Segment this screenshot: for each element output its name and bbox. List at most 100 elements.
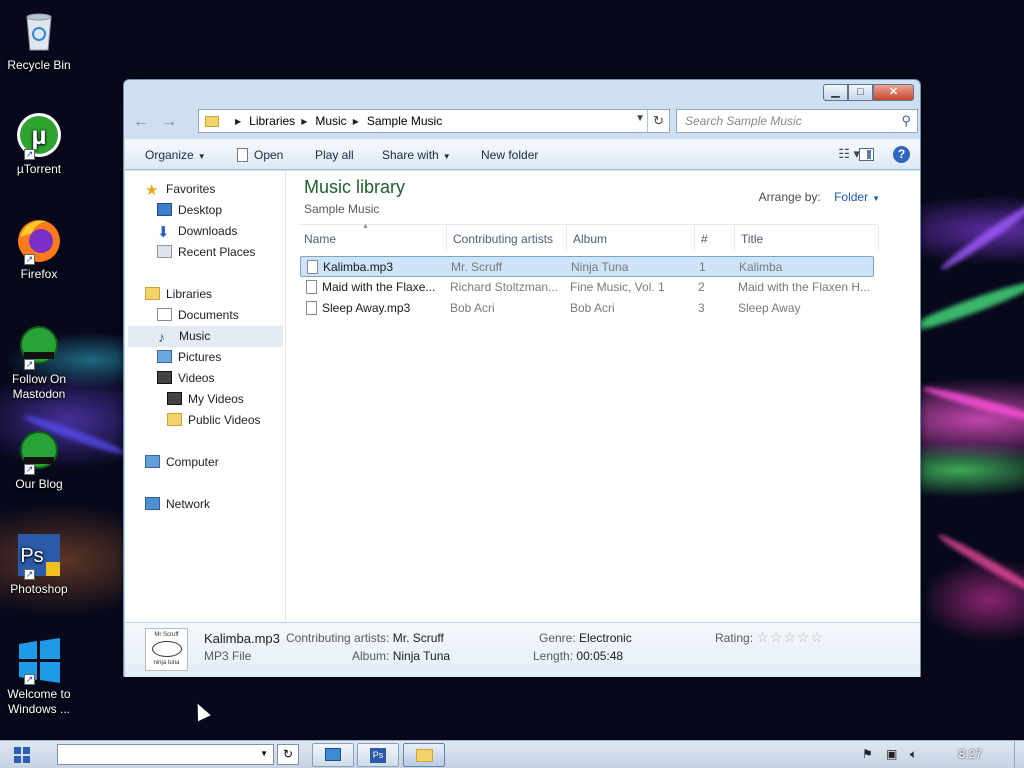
sort-ascending-icon: ▲ bbox=[362, 223, 369, 230]
details-genre-value[interactable]: Electronic bbox=[579, 631, 632, 645]
back-arrow-icon[interactable]: ← bbox=[130, 111, 152, 133]
volume-muted-icon[interactable]: 🔈︎ bbox=[910, 747, 917, 762]
breadcrumb-item[interactable]: Music bbox=[315, 114, 346, 128]
file-row[interactable]: Sleep Away.mp3 Bob Acri Bob Acri 3 Sleep… bbox=[300, 298, 874, 319]
desktop-icon-welcome-to-windows[interactable]: ↗ Welcome to Windows ... bbox=[4, 637, 74, 717]
taskbar-button-desktop[interactable] bbox=[312, 743, 354, 767]
nav-item-label: Favorites bbox=[166, 182, 216, 196]
column-divider[interactable] bbox=[566, 225, 567, 250]
desktop-icon-label: Firefox bbox=[20, 267, 58, 281]
column-divider[interactable] bbox=[694, 225, 695, 250]
nav-item-favorites[interactable]: ★ Favorites bbox=[145, 179, 215, 200]
breadcrumb-item[interactable]: Sample Music bbox=[367, 114, 442, 128]
preview-pane-icon[interactable] bbox=[859, 148, 874, 161]
file-name: Sleep Away.mp3 bbox=[322, 301, 411, 315]
nav-item-videos[interactable]: Videos bbox=[157, 368, 214, 389]
nav-item-downloads[interactable]: ⬇ Downloads bbox=[157, 221, 237, 242]
shortcut-arrow-icon: ↗ bbox=[24, 149, 35, 160]
utorrent-icon: µ ↗ bbox=[16, 112, 62, 160]
rating-stars-icon[interactable]: ☆☆☆☆☆ bbox=[756, 629, 824, 645]
desktop-icon-photoshop[interactable]: Ps ↗ Photoshop bbox=[4, 532, 74, 597]
taskbar-address-input[interactable]: ▼ bbox=[57, 744, 274, 765]
help-icon[interactable]: ? bbox=[893, 146, 910, 163]
chevron-down-icon[interactable]: ▼ bbox=[260, 749, 268, 758]
address-dropdown-icon[interactable]: ▼ bbox=[635, 113, 645, 124]
recycle-bin-icon bbox=[16, 8, 62, 54]
shortcut-arrow-icon: ↗ bbox=[24, 359, 35, 370]
column-header-row: ▲ Name Contributing artists Album # Titl… bbox=[298, 223, 879, 252]
share-with-button[interactable]: Share with ▼ bbox=[382, 148, 451, 162]
desktop-icon-our-blog[interactable]: ↗ Our Blog bbox=[4, 427, 74, 492]
breadcrumb: ▶ Libraries ▶ Music ▶ Sample Music bbox=[229, 114, 442, 128]
documents-icon bbox=[157, 308, 172, 321]
close-button[interactable]: ✕ bbox=[873, 84, 914, 101]
column-album[interactable]: Album bbox=[573, 232, 607, 246]
nav-item-libraries[interactable]: Libraries bbox=[145, 284, 212, 305]
organize-button[interactable]: Organize ▼ bbox=[145, 148, 206, 162]
network-status-icon[interactable]: ▣ bbox=[886, 747, 897, 761]
taskbar-button-explorer[interactable] bbox=[403, 743, 445, 767]
file-artist: Richard Stoltzman... bbox=[450, 280, 559, 294]
taskbar-button-photoshop[interactable]: Ps bbox=[357, 743, 399, 767]
start-button[interactable] bbox=[14, 747, 30, 763]
taskbar-refresh-icon[interactable]: ↻ bbox=[277, 744, 299, 765]
column-contributing-artists[interactable]: Contributing artists bbox=[453, 232, 553, 246]
address-bar[interactable]: ▶ Libraries ▶ Music ▶ Sample Music ▼ ↻ bbox=[198, 109, 670, 133]
nav-item-pictures[interactable]: Pictures bbox=[157, 347, 221, 368]
details-rating-label: Rating: bbox=[715, 631, 754, 645]
nav-item-public-videos[interactable]: Public Videos bbox=[167, 410, 261, 431]
desktop-icon-recycle-bin[interactable]: Recycle Bin bbox=[4, 8, 74, 73]
album-art-text: Mr Scruff bbox=[154, 632, 179, 638]
search-input[interactable]: Search Sample Music ⚲ bbox=[676, 109, 918, 133]
open-button[interactable]: Open bbox=[237, 148, 283, 162]
file-title: Maid with the Flaxen H... bbox=[738, 280, 871, 294]
nav-item-label: Pictures bbox=[178, 350, 222, 364]
column-divider[interactable] bbox=[734, 225, 735, 250]
column-number[interactable]: # bbox=[701, 232, 708, 246]
nav-item-label: My Videos bbox=[188, 392, 244, 406]
computer-icon bbox=[145, 455, 160, 468]
document-icon bbox=[237, 148, 248, 162]
maximize-button[interactable]: □ bbox=[848, 84, 873, 101]
file-name: Kalimba.mp3 bbox=[323, 260, 394, 274]
file-icon bbox=[307, 260, 318, 274]
minimize-button[interactable]: ▁ bbox=[823, 84, 848, 101]
new-folder-button[interactable]: New folder bbox=[481, 148, 538, 162]
nav-item-documents[interactable]: Documents bbox=[157, 305, 239, 326]
nav-item-network[interactable]: Network bbox=[145, 494, 210, 515]
details-length-label: Length: bbox=[533, 649, 574, 663]
svg-text:Ps: Ps bbox=[20, 545, 43, 567]
column-title[interactable]: Title bbox=[741, 232, 763, 246]
breadcrumb-separator-icon: ▶ bbox=[301, 116, 308, 126]
breadcrumb-item[interactable]: Libraries bbox=[249, 114, 295, 128]
refresh-icon[interactable]: ↻ bbox=[647, 110, 669, 132]
details-artists-value[interactable]: Mr. Scruff bbox=[393, 631, 444, 645]
folder-icon bbox=[167, 413, 182, 426]
details-length-value: 00:05:48 bbox=[576, 649, 624, 663]
search-icon[interactable]: ⚲ bbox=[901, 113, 911, 129]
taskbar-clock[interactable]: 8:27 bbox=[959, 747, 982, 761]
nav-item-my-videos[interactable]: My Videos bbox=[167, 389, 244, 410]
column-name[interactable]: Name bbox=[304, 232, 336, 246]
desktop-icon-follow-on-mastodon[interactable]: ↗ Follow On Mastodon bbox=[4, 322, 74, 402]
show-desktop-button[interactable] bbox=[1014, 741, 1024, 768]
action-center-flag-icon[interactable]: ⚑ bbox=[862, 747, 873, 761]
nav-item-recent-places[interactable]: Recent Places bbox=[157, 242, 255, 263]
file-track-number: 1 bbox=[699, 260, 706, 274]
nav-item-desktop[interactable]: Desktop bbox=[157, 200, 222, 221]
nav-item-computer[interactable]: Computer bbox=[145, 452, 219, 473]
column-divider[interactable] bbox=[878, 225, 879, 250]
change-view-icon[interactable]: ☷ ▾ bbox=[838, 146, 860, 162]
forward-arrow-icon[interactable]: → bbox=[158, 111, 180, 133]
file-row[interactable]: Kalimba.mp3 Mr. Scruff Ninja Tuna 1 Kali… bbox=[300, 256, 874, 277]
arrange-by-dropdown[interactable]: Folder ▼ bbox=[834, 190, 880, 204]
show-desktop-icon bbox=[325, 748, 341, 761]
play-all-button[interactable]: Play all bbox=[315, 148, 354, 162]
mastodon-shortcut-icon: ↗ bbox=[16, 322, 62, 370]
desktop-icon-firefox[interactable]: ↗ Firefox bbox=[4, 217, 74, 282]
column-divider[interactable] bbox=[446, 225, 447, 250]
desktop-icon-utorrent[interactable]: µ ↗ µTorrent bbox=[4, 112, 74, 177]
details-album-value[interactable]: Ninja Tuna bbox=[393, 649, 450, 663]
nav-item-music[interactable]: ♪ Music bbox=[128, 326, 283, 347]
file-row[interactable]: Maid with the Flaxe... Richard Stoltzman… bbox=[300, 277, 874, 298]
